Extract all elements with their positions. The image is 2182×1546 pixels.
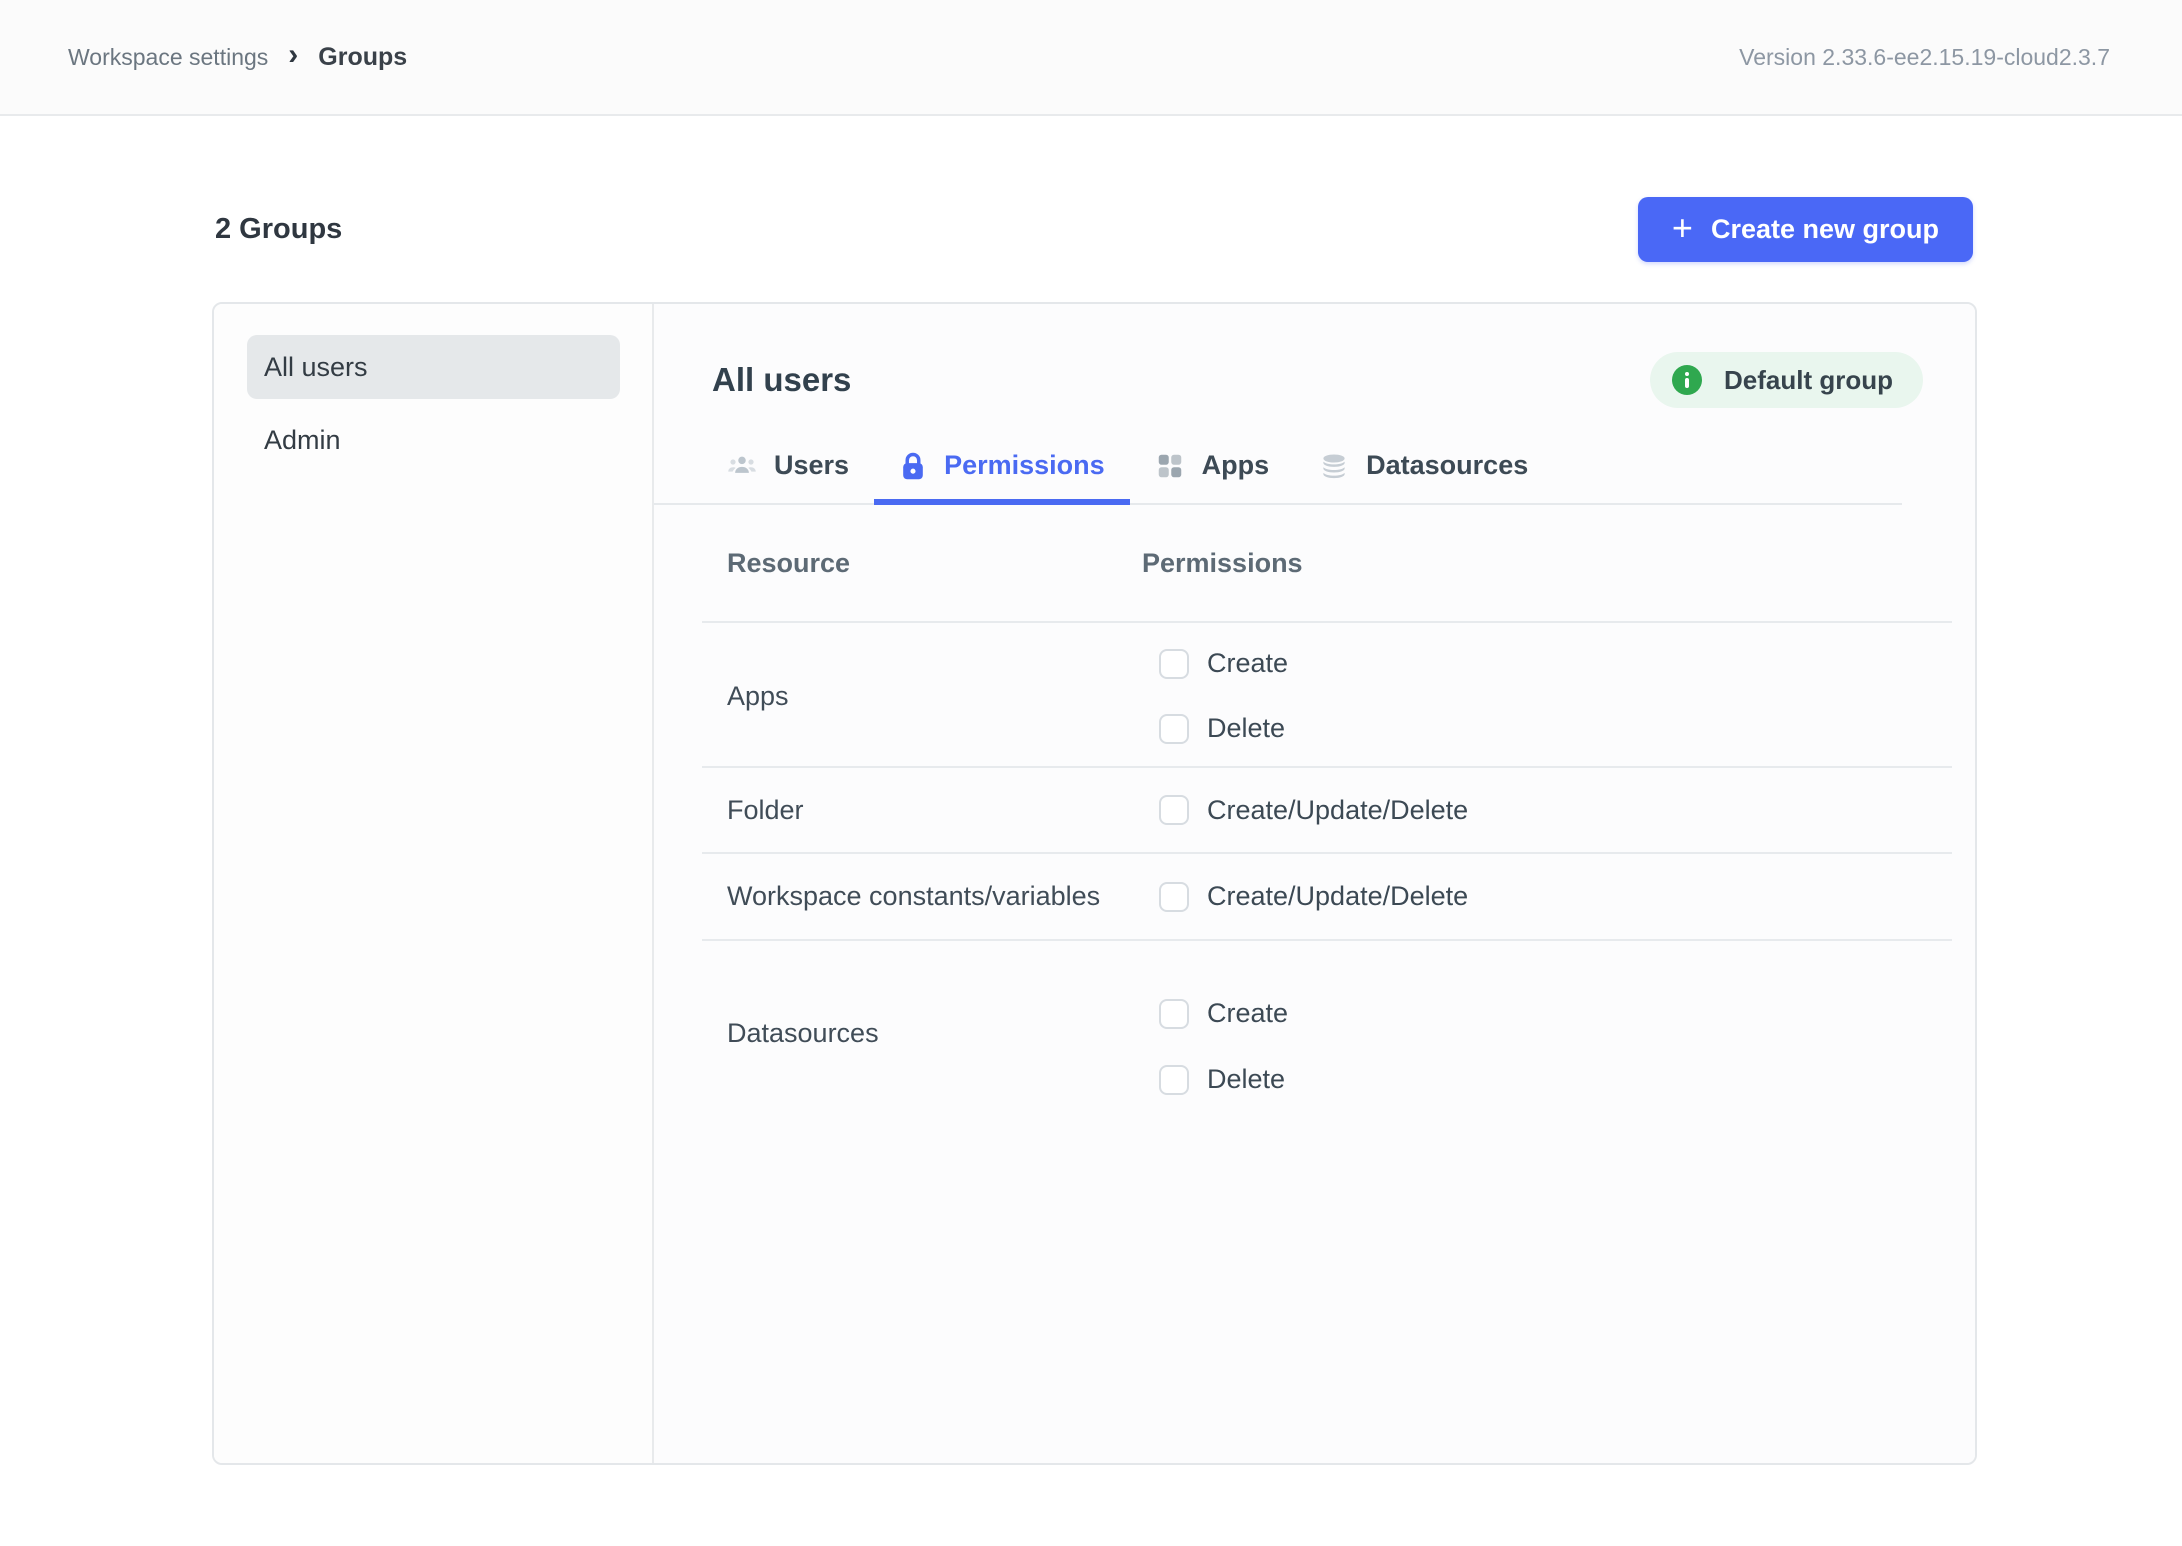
users-icon bbox=[727, 451, 757, 481]
panel-header: All users Default group bbox=[654, 352, 1975, 408]
checkbox-label: Create bbox=[1207, 998, 1288, 1029]
create-new-group-label: Create new group bbox=[1711, 214, 1939, 245]
tabs-bar: Users Permissions bbox=[654, 430, 1902, 505]
permission-option: Delete bbox=[1159, 1064, 1952, 1095]
create-new-group-button[interactable]: + Create new group bbox=[1638, 197, 1973, 262]
version-label: Version 2.33.6-ee2.15.19-cloud2.3.7 bbox=[1739, 44, 2110, 71]
permissions-table: Resource Permissions Apps Create Delete bbox=[702, 505, 1952, 1125]
tab-permissions[interactable]: Permissions bbox=[874, 430, 1130, 505]
resource-label: Folder bbox=[702, 795, 1142, 826]
breadcrumb-groups: Groups bbox=[318, 43, 407, 72]
permissions-cell: Create Delete bbox=[1142, 941, 1952, 1125]
tab-users-label: Users bbox=[774, 450, 849, 481]
sidebar-item-all-users[interactable]: All users bbox=[247, 335, 620, 399]
tab-apps[interactable]: Apps bbox=[1130, 430, 1295, 505]
sidebar-item-label: All users bbox=[264, 352, 368, 383]
column-header-permissions: Permissions bbox=[1142, 548, 1952, 579]
checkbox-label: Delete bbox=[1207, 713, 1285, 744]
table-row-apps: Apps Create Delete bbox=[702, 623, 1952, 768]
groups-card: All users Admin All users Default group bbox=[212, 302, 1977, 1465]
page-header: 2 Groups + Create new group bbox=[0, 197, 2182, 262]
checkbox-label: Create bbox=[1207, 648, 1288, 679]
datasources-create-checkbox[interactable] bbox=[1159, 999, 1189, 1029]
info-icon bbox=[1672, 365, 1702, 395]
permission-option: Create/Update/Delete bbox=[1159, 795, 1952, 826]
table-row-workspace-constants: Workspace constants/variables Create/Upd… bbox=[702, 854, 1952, 941]
resource-label: Workspace constants/variables bbox=[702, 881, 1142, 912]
resource-label: Datasources bbox=[702, 1018, 1142, 1049]
table-header-row: Resource Permissions bbox=[702, 505, 1952, 623]
permission-option: Create bbox=[1159, 648, 1952, 679]
lock-icon bbox=[899, 451, 927, 481]
default-group-label: Default group bbox=[1724, 365, 1893, 396]
apps-delete-checkbox[interactable] bbox=[1159, 714, 1189, 744]
group-list-sidebar: All users Admin bbox=[214, 304, 654, 1463]
group-title: All users bbox=[712, 361, 851, 399]
breadcrumb-workspace-settings[interactable]: Workspace settings bbox=[68, 44, 268, 71]
datasources-delete-checkbox[interactable] bbox=[1159, 1065, 1189, 1095]
checkbox-label: Delete bbox=[1207, 1064, 1285, 1095]
permissions-cell: Create/Update/Delete bbox=[1142, 795, 1952, 826]
chevron-right-icon: › bbox=[288, 40, 298, 70]
groups-count-heading: 2 Groups bbox=[215, 213, 342, 246]
workspace-settings-groups-page: Workspace settings › Groups Version 2.33… bbox=[0, 0, 2182, 1546]
group-detail-panel: All users Default group bbox=[654, 304, 1975, 1463]
tab-apps-label: Apps bbox=[1202, 450, 1270, 481]
sidebar-item-admin[interactable]: Admin bbox=[247, 408, 620, 472]
resource-label: Apps bbox=[702, 681, 1142, 712]
apps-create-checkbox[interactable] bbox=[1159, 649, 1189, 679]
checkbox-label: Create/Update/Delete bbox=[1207, 881, 1468, 912]
permissions-cell: Create Delete bbox=[1142, 623, 1952, 770]
table-row-folder: Folder Create/Update/Delete bbox=[702, 768, 1952, 854]
column-header-resource: Resource bbox=[702, 548, 1142, 579]
plus-icon: + bbox=[1672, 210, 1693, 246]
tab-users[interactable]: Users bbox=[702, 430, 874, 505]
permission-option: Delete bbox=[1159, 713, 1952, 744]
permissions-cell: Create/Update/Delete bbox=[1142, 881, 1952, 912]
breadcrumb: Workspace settings › Groups bbox=[68, 42, 407, 72]
tab-datasources[interactable]: Datasources bbox=[1294, 430, 1553, 505]
tab-datasources-label: Datasources bbox=[1366, 450, 1528, 481]
workspace-constants-cud-checkbox[interactable] bbox=[1159, 882, 1189, 912]
table-row-datasources: Datasources Create Delete bbox=[702, 941, 1952, 1125]
sidebar-item-label: Admin bbox=[264, 425, 341, 456]
datasources-icon bbox=[1319, 451, 1349, 481]
top-bar: Workspace settings › Groups Version 2.33… bbox=[0, 0, 2182, 116]
apps-grid-icon bbox=[1155, 451, 1185, 481]
permission-option: Create/Update/Delete bbox=[1159, 881, 1952, 912]
default-group-badge: Default group bbox=[1650, 352, 1923, 408]
checkbox-label: Create/Update/Delete bbox=[1207, 795, 1468, 826]
permission-option: Create bbox=[1159, 998, 1952, 1029]
folder-cud-checkbox[interactable] bbox=[1159, 795, 1189, 825]
tab-permissions-label: Permissions bbox=[944, 450, 1105, 481]
